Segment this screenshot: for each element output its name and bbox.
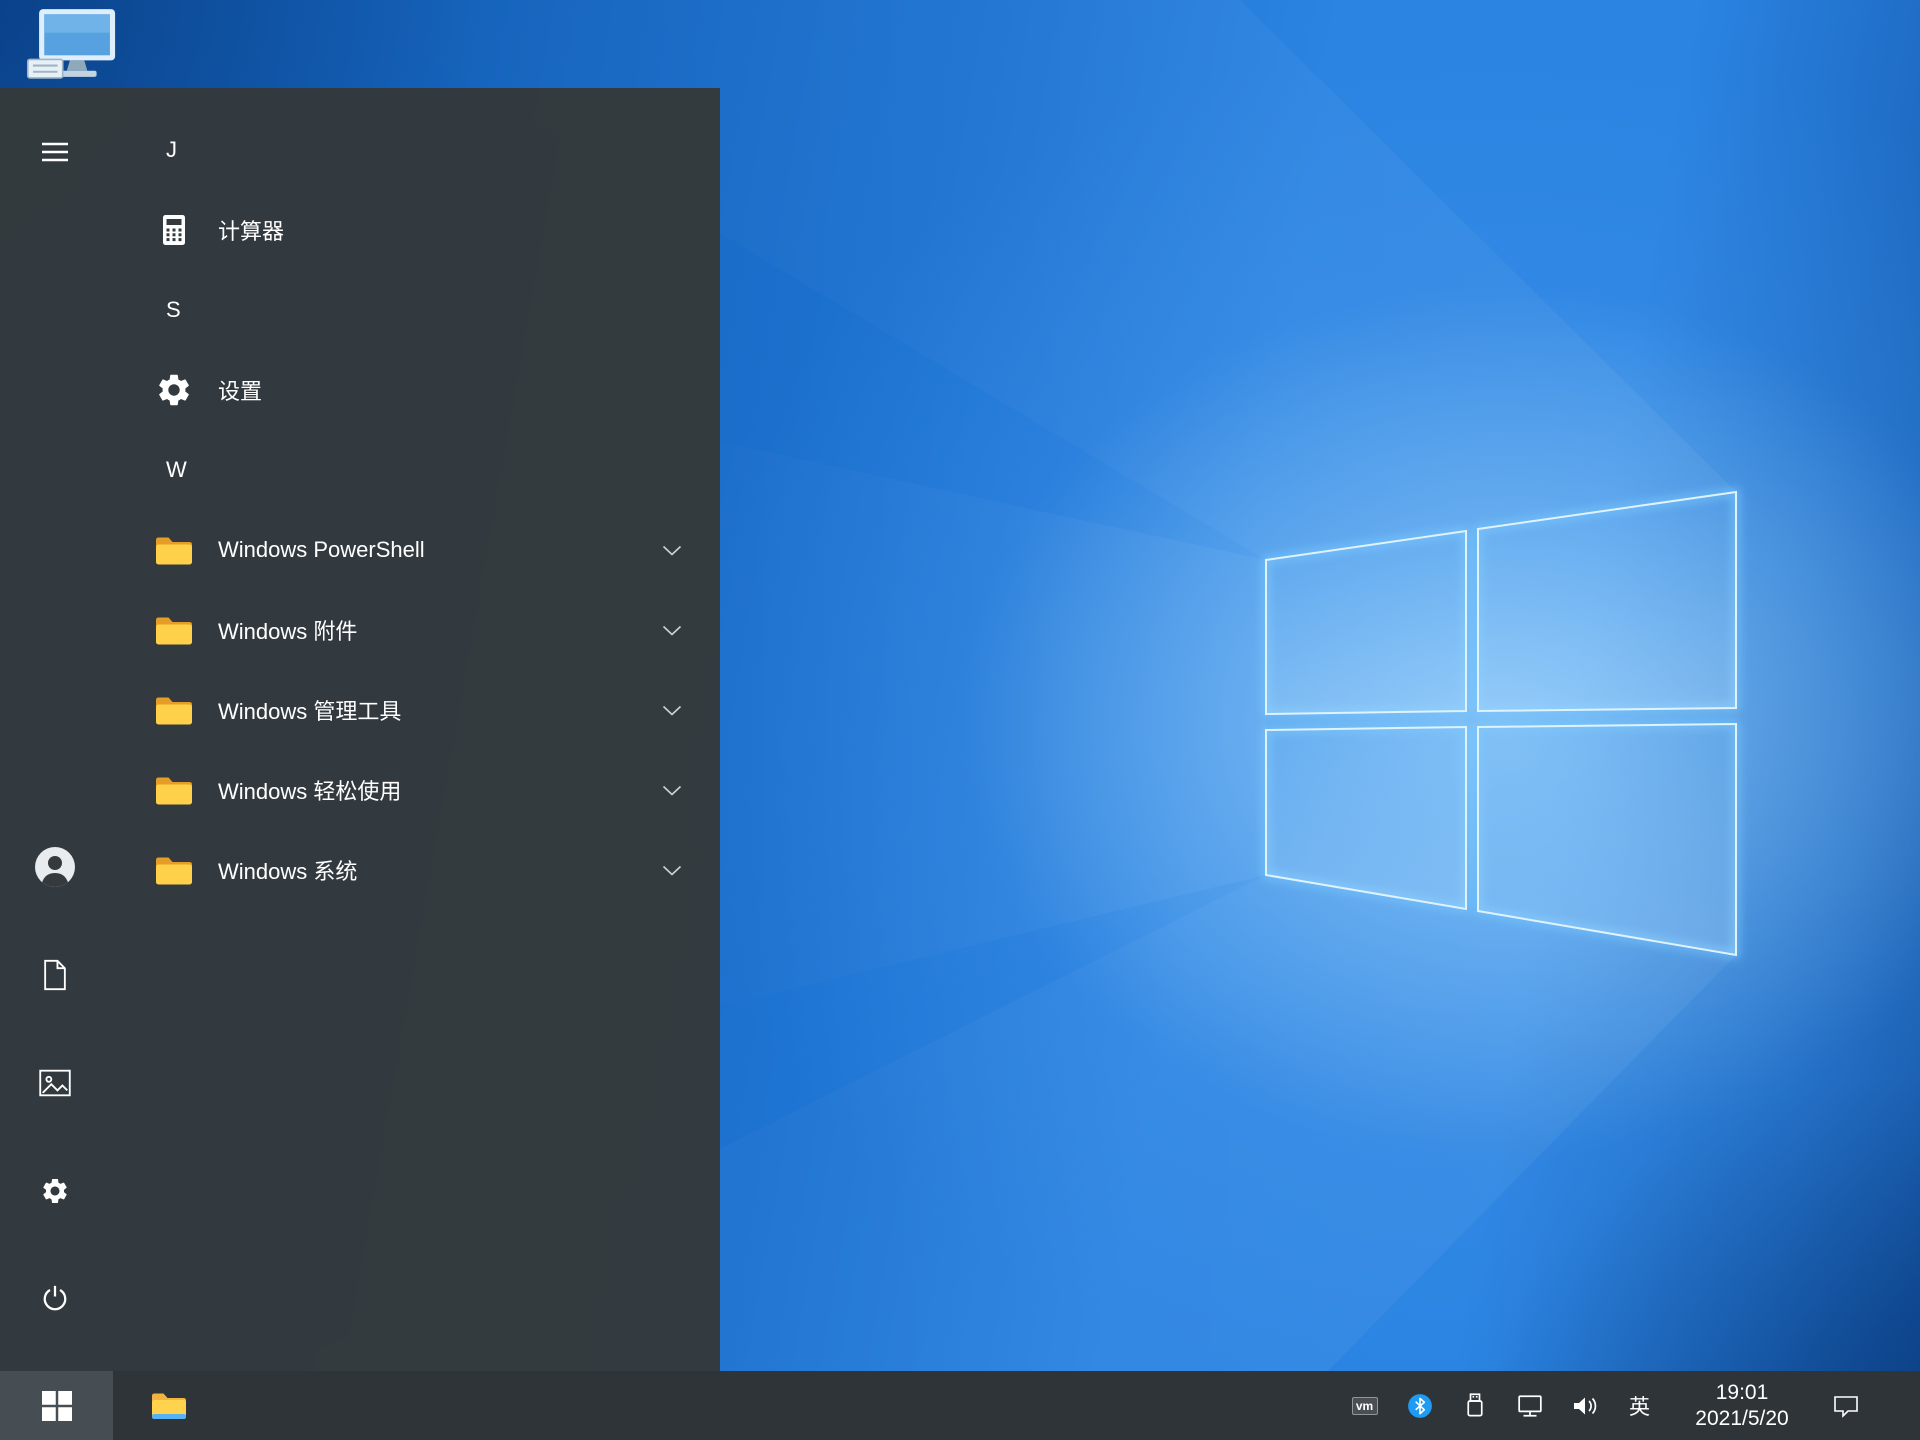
volume-tray-button[interactable]: [1557, 1371, 1612, 1440]
pictures-icon: [39, 1069, 71, 1097]
app-label: Windows 附件: [218, 619, 358, 644]
folder-item-windows-system[interactable]: Windows 系统: [110, 830, 720, 910]
hamburger-menu-button[interactable]: [31, 128, 79, 176]
folder-icon: [152, 688, 196, 732]
power-button[interactable]: [31, 1275, 79, 1323]
clock-time: 19:01: [1715, 1380, 1769, 1404]
app-label: Windows 管理工具: [218, 699, 402, 724]
chevron-down-icon[interactable]: [662, 785, 682, 796]
letter-header-s[interactable]: S: [110, 270, 720, 350]
app-label: Windows 系统: [218, 859, 358, 884]
gear-icon: [43, 1179, 67, 1203]
ime-indicator[interactable]: 英: [1612, 1371, 1667, 1440]
bluetooth-icon: [1407, 1393, 1432, 1418]
windows-logo-icon: [41, 1390, 72, 1421]
chevron-down-icon[interactable]: [662, 625, 682, 636]
user-avatar-icon: [35, 847, 75, 887]
safely-remove-hardware-button[interactable]: [1447, 1371, 1502, 1440]
gear-icon: [152, 368, 196, 412]
app-item-calculator[interactable]: 计算器: [110, 190, 720, 270]
folder-icon: [152, 528, 196, 572]
bluetooth-tray-button[interactable]: [1392, 1371, 1447, 1440]
this-pc-icon: [26, 9, 116, 79]
desktop-icon-this-pc[interactable]: [26, 6, 126, 84]
app-label: Windows PowerShell: [218, 537, 425, 562]
document-icon: [44, 959, 66, 991]
file-explorer-button[interactable]: [131, 1371, 207, 1440]
folder-icon: [152, 608, 196, 652]
folder-item-windows-accessories[interactable]: Windows 附件: [110, 590, 720, 670]
settings-button[interactable]: [31, 1167, 79, 1215]
chevron-down-icon[interactable]: [662, 865, 682, 876]
start-menu: J 计算器 S 设置 W Windows PowerShell Windows …: [0, 88, 720, 1371]
start-menu-rail: [0, 88, 110, 1371]
letter-label: J: [166, 137, 177, 162]
network-icon: [1517, 1394, 1542, 1417]
pictures-button[interactable]: [31, 1059, 79, 1107]
volume-icon: [1573, 1397, 1596, 1414]
app-label: Windows 轻松使用: [218, 779, 402, 804]
taskbar: vm 英 19:01 2021/5/20: [0, 1371, 1920, 1440]
letter-header-j[interactable]: J: [110, 110, 720, 190]
user-account-button[interactable]: [31, 843, 79, 891]
chevron-down-icon[interactable]: [662, 545, 682, 556]
network-tray-button[interactable]: [1502, 1371, 1557, 1440]
app-item-settings[interactable]: 设置: [110, 350, 720, 430]
hamburger-menu-icon: [42, 142, 68, 162]
start-menu-app-list: J 计算器 S 设置 W Windows PowerShell Windows …: [110, 88, 720, 1371]
folder-item-windows-admin-tools[interactable]: Windows 管理工具: [110, 670, 720, 750]
rail-bottom-group: [31, 843, 79, 1323]
folder-icon: [152, 768, 196, 812]
letter-label: S: [166, 297, 181, 322]
app-label: 设置: [218, 379, 263, 404]
documents-button[interactable]: [31, 951, 79, 999]
letter-header-w[interactable]: W: [110, 430, 720, 510]
power-icon: [43, 1285, 67, 1311]
app-label: 计算器: [218, 219, 285, 244]
start-button[interactable]: [0, 1371, 113, 1440]
action-center-button[interactable]: [1817, 1371, 1875, 1440]
chevron-down-icon[interactable]: [662, 705, 682, 716]
clock[interactable]: 19:01 2021/5/20: [1667, 1371, 1817, 1440]
vmware-icon: vm: [1351, 1396, 1378, 1415]
file-explorer-icon: [152, 1393, 186, 1419]
folder-item-windows-ease-of-access[interactable]: Windows 轻松使用: [110, 750, 720, 830]
letter-label: W: [166, 457, 187, 482]
folder-item-windows-powershell[interactable]: Windows PowerShell: [110, 510, 720, 590]
calculator-icon: [152, 208, 196, 252]
clock-date: 2021/5/20: [1695, 1406, 1789, 1430]
safely-remove-hardware-icon: [1466, 1393, 1483, 1417]
action-center-icon: [1834, 1395, 1858, 1418]
vmware-tray-button[interactable]: vm: [1337, 1371, 1392, 1440]
folder-icon: [152, 848, 196, 892]
system-tray: vm 英 19:01 2021/5/20: [1337, 1371, 1920, 1440]
